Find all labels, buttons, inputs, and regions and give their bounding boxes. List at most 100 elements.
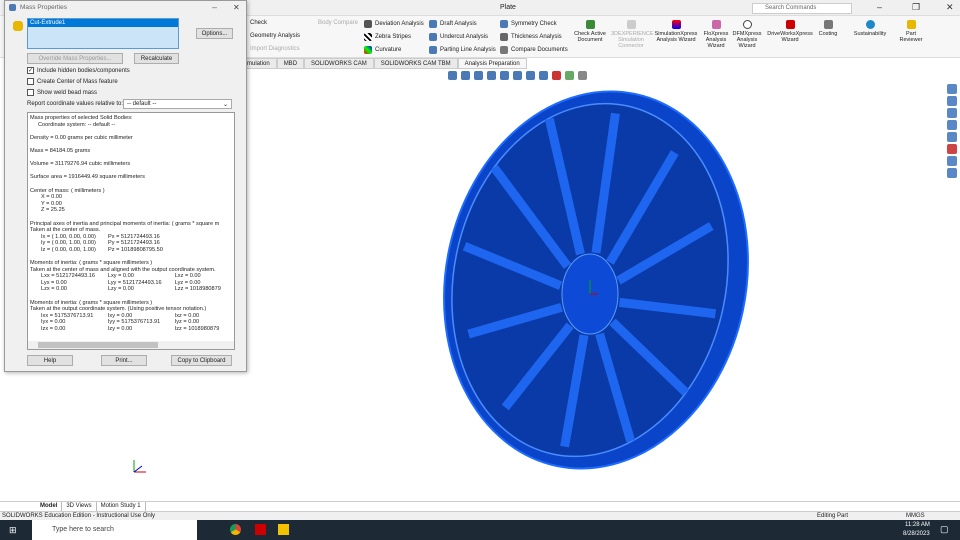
- com-z: Z = 25.25: [41, 207, 65, 214]
- sustainability-button[interactable]: Sustainability: [850, 20, 890, 37]
- create-com-checkbox[interactable]: Create Center of Mass feature: [27, 78, 118, 85]
- label: Check Active Document: [574, 31, 606, 43]
- line: Mass properties of selected Solid Bodies…: [30, 115, 133, 121]
- tab-solidworks-cam[interactable]: SOLIDWORKS CAM: [304, 58, 374, 69]
- driveworksxpress-button[interactable]: DriveWorksXpress Wizard: [765, 20, 815, 43]
- tab-mbd[interactable]: MBD: [276, 58, 305, 69]
- import-diagnostics-button[interactable]: Import Diagnostics: [250, 46, 300, 52]
- line: Taken at the center of mass and aligned …: [30, 266, 216, 273]
- selected-item[interactable]: Cut-Extrude1: [28, 19, 178, 27]
- notifications-icon[interactable]: ▢: [940, 524, 949, 535]
- undercut-analysis-button[interactable]: Undercut Analysis: [429, 33, 488, 41]
- inertia-value: Lzx = 0.00: [41, 286, 67, 293]
- tab-model[interactable]: Model: [36, 502, 63, 511]
- tab-3d-views[interactable]: 3D Views: [62, 502, 97, 511]
- mass: Mass = 84184.05 grams: [30, 147, 91, 154]
- mass-properties-dialog: Mass Properties – ✕ Cut-Extrude1 Options…: [4, 0, 247, 372]
- inertia-value: Iyx = 0.00: [41, 319, 66, 326]
- scene-icon[interactable]: [565, 71, 574, 80]
- zoom-to-fit-icon[interactable]: [448, 71, 457, 80]
- parting-line-analysis-button[interactable]: Parting Line Analysis: [429, 46, 496, 54]
- thickness-analysis-button[interactable]: Thickness Analysis: [500, 33, 562, 41]
- previous-view-icon[interactable]: [474, 71, 483, 80]
- label: Compare Documents: [511, 47, 568, 53]
- forum-icon[interactable]: [947, 168, 957, 178]
- geometry-analysis-button[interactable]: Geometry Analysis: [250, 33, 300, 39]
- tab-solidworks-cam-tbm[interactable]: SOLIDWORKS CAM TBM: [373, 58, 458, 69]
- floxpress-button[interactable]: FloXpress Analysis Wizard: [701, 20, 731, 49]
- label: Parting Line Analysis: [440, 47, 496, 53]
- clock-time[interactable]: 11:28 AM: [905, 522, 930, 528]
- clock-date[interactable]: 8/28/2023: [903, 531, 930, 537]
- appearances-icon[interactable]: [947, 144, 957, 154]
- dialog-minimize-icon[interactable]: –: [212, 2, 217, 12]
- coordinate-system-select[interactable]: -- default -- ⌄: [123, 99, 232, 109]
- compare-documents-button[interactable]: Compare Documents: [500, 46, 568, 54]
- include-hidden-checkbox[interactable]: ✓ Include hidden bodies/components: [27, 67, 130, 74]
- zoom-area-icon[interactable]: [461, 71, 470, 80]
- tab-analysis-preparation[interactable]: Analysis Preparation: [457, 58, 527, 69]
- horizontal-scrollbar[interactable]: [28, 341, 234, 349]
- section-view-icon[interactable]: [487, 71, 496, 80]
- results-text-area[interactable]: Mass properties of selected Solid Bodies…: [27, 112, 235, 350]
- draft-analysis-button[interactable]: Draft Analysis: [429, 20, 477, 28]
- dialog-close-icon[interactable]: ✕: [233, 3, 240, 12]
- edit-appearance-icon[interactable]: [552, 71, 561, 80]
- status-edition: SOLIDWORKS Education Edition - Instructi…: [2, 513, 156, 519]
- zebra-stripes-button[interactable]: Zebra Stripes: [364, 33, 411, 41]
- taskbar-search-input[interactable]: Type here to search: [32, 520, 197, 540]
- close-icon[interactable]: ✕: [946, 2, 954, 13]
- custom-properties-icon[interactable]: [947, 156, 957, 166]
- deviation-analysis-button[interactable]: Deviation Analysis: [364, 20, 424, 28]
- home-icon[interactable]: [947, 84, 957, 94]
- plate-wheel-model[interactable]: [400, 80, 780, 500]
- dfmxpress-button[interactable]: DFMXpress Analysis Wizard: [732, 20, 762, 49]
- report-coordinate-label: Report coordinate values relative to:: [27, 101, 124, 107]
- selection-list[interactable]: Cut-Extrude1: [27, 18, 179, 49]
- print-button[interactable]: Print...: [101, 355, 147, 366]
- check-button[interactable]: Check: [250, 20, 267, 26]
- override-mass-properties-button[interactable]: Override Mass Properties...: [27, 53, 123, 64]
- design-library-icon[interactable]: [947, 108, 957, 118]
- help-button[interactable]: Help: [27, 355, 73, 366]
- search-commands-input[interactable]: Search Commands: [752, 3, 852, 14]
- minimize-icon[interactable]: –: [877, 2, 882, 12]
- restore-icon[interactable]: ❐: [912, 2, 920, 13]
- file-explorer-icon[interactable]: [278, 524, 289, 535]
- costing-button[interactable]: Costing: [815, 20, 841, 37]
- chrome-icon[interactable]: [230, 524, 241, 535]
- heads-up-view-toolbar: [448, 71, 587, 80]
- tab-motion-study-1[interactable]: Motion Study 1: [97, 502, 146, 511]
- resources-icon[interactable]: [947, 96, 957, 106]
- view-palette-icon[interactable]: [947, 132, 957, 142]
- document-title: Plate: [500, 4, 516, 11]
- simulationxpress-button[interactable]: SimulationXpress Analysis Wizard: [653, 20, 699, 43]
- body-compare-button[interactable]: Body Compare: [318, 20, 358, 26]
- show-weld-checkbox[interactable]: Show weld bead mass: [27, 89, 97, 96]
- view-orientation-icon[interactable]: [513, 71, 522, 80]
- curvature-button[interactable]: Curvature: [364, 46, 401, 54]
- view-settings-icon[interactable]: [578, 71, 587, 80]
- part-reviewer-button[interactable]: Part Reviewer: [895, 20, 927, 43]
- dynamic-annotation-icon[interactable]: [500, 71, 509, 80]
- symmetry-check-button[interactable]: Symmetry Check: [500, 20, 557, 28]
- hide-show-icon[interactable]: [539, 71, 548, 80]
- density: Density = 0.00 grams per cubic millimete…: [30, 134, 133, 141]
- 3dexperience-simulation-connector-button[interactable]: 3DEXPERIENCE Simulation Connector: [611, 20, 654, 49]
- inertia-value: Lxz = 0.00: [174, 273, 201, 280]
- file-explorer-icon[interactable]: [947, 120, 957, 130]
- check-active-document-button[interactable]: Check Active Document: [570, 20, 610, 43]
- inertia-value: Lyz = 0.00: [174, 279, 201, 286]
- inertia-value: Ixz = 0.00: [174, 312, 200, 319]
- label: Thickness Analysis: [511, 34, 562, 40]
- windows-start-icon[interactable]: ⊞: [9, 525, 17, 536]
- inertia-value: Lyx = 0.00: [41, 279, 67, 286]
- display-style-icon[interactable]: [526, 71, 535, 80]
- recalculate-button[interactable]: Recalculate: [134, 53, 179, 64]
- px: Px = 5121724493.16: [108, 233, 160, 240]
- py: Py = 5121724493.16: [108, 240, 160, 247]
- options-button[interactable]: Options...: [196, 28, 233, 39]
- units-selector[interactable]: MMGS: [906, 513, 925, 519]
- copy-to-clipboard-button[interactable]: Copy to Clipboard: [171, 355, 232, 366]
- solidworks-icon[interactable]: [255, 524, 266, 535]
